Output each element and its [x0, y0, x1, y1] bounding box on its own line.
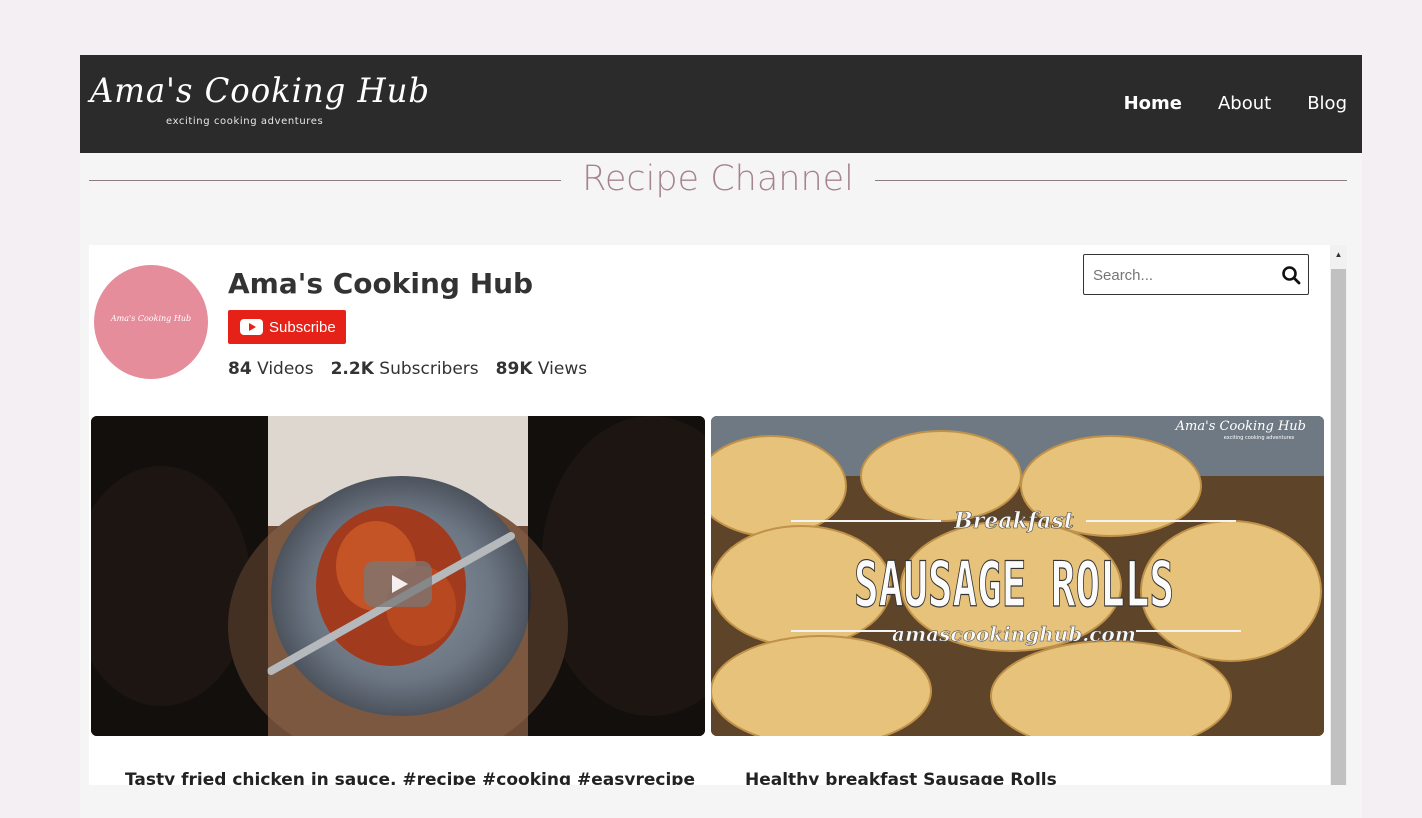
video-thumbnail-1[interactable]: [91, 416, 705, 736]
site-container: Ama's Cooking Hub exciting cooking adven…: [80, 55, 1362, 818]
video-title-1[interactable]: Tasty fried chicken in sauce. #recipe #c…: [125, 770, 695, 785]
nav-blog-link[interactable]: Blog: [1307, 93, 1347, 114]
nav-about-link[interactable]: About: [1218, 93, 1271, 114]
youtube-icon: [240, 319, 263, 335]
scrollbar-thumb[interactable]: [1331, 269, 1346, 785]
sausage-rolls-thumbnail-image: Breakfast SAUSAGE ROLLS amascookinghub.c…: [711, 416, 1324, 736]
subscribe-label: Subscribe: [269, 318, 336, 336]
video-title-2[interactable]: Healthy breakfast Sausage Rolls: [745, 770, 1057, 785]
heading-divider-right: [875, 180, 1347, 181]
search-box: [1083, 254, 1309, 295]
channel-avatar[interactable]: Ama's Cooking Hub: [94, 265, 208, 379]
views-count: 89K: [495, 359, 533, 379]
logo-tagline: exciting cooking adventures: [166, 116, 324, 127]
channel-name[interactable]: Ama's Cooking Hub: [228, 267, 533, 300]
subscribers-stat: 2.2K Subscribers: [331, 359, 479, 379]
watermark-logo-text: Ama's Cooking Hub: [1175, 419, 1306, 434]
section-heading: Recipe Channel: [89, 153, 1347, 205]
youtube-channel-widget: Ama's Cooking Hub Ama's Cooking Hub Subs…: [89, 245, 1330, 785]
nav-home-link[interactable]: Home: [1124, 93, 1182, 114]
channel-stats: 84 Videos 2.2K Subscribers 89K Views: [228, 359, 587, 379]
views-label: Views: [537, 359, 588, 379]
overlay-title-text: SAUSAGE ROLLS: [854, 548, 1174, 621]
overlay-url-text: amascookinghub.com: [892, 622, 1136, 646]
videos-label: Videos: [257, 359, 314, 379]
section-title: Recipe Channel: [582, 159, 854, 199]
avatar-logo-text: Ama's Cooking Hub: [110, 314, 192, 323]
subscribers-count: 2.2K: [330, 359, 374, 379]
site-header: Ama's Cooking Hub exciting cooking adven…: [80, 55, 1362, 153]
search-input[interactable]: [1093, 263, 1273, 287]
logo-script-text: Ama's Cooking Hub: [90, 71, 430, 111]
videos-stat: 84 Videos: [228, 359, 314, 379]
watermark-tagline-text: exciting cooking adventures: [1224, 435, 1295, 441]
channel-scrollbar[interactable]: ▲: [1330, 245, 1347, 785]
subscribers-label: Subscribers: [379, 359, 479, 379]
search-icon[interactable]: [1281, 265, 1301, 285]
views-stat: 89K Views: [496, 359, 587, 379]
videos-count: 84: [228, 359, 252, 379]
scroll-up-arrow-icon[interactable]: ▲: [1330, 245, 1347, 265]
subscribe-button[interactable]: Subscribe: [228, 310, 346, 344]
video-thumbnail-2[interactable]: Breakfast SAUSAGE ROLLS amascookinghub.c…: [711, 416, 1324, 736]
site-logo[interactable]: Ama's Cooking Hub exciting cooking adven…: [90, 69, 429, 133]
play-icon[interactable]: [364, 561, 432, 607]
main-nav: Home About Blog: [1124, 93, 1347, 114]
overlay-breakfast-text: Breakfast: [953, 508, 1074, 534]
